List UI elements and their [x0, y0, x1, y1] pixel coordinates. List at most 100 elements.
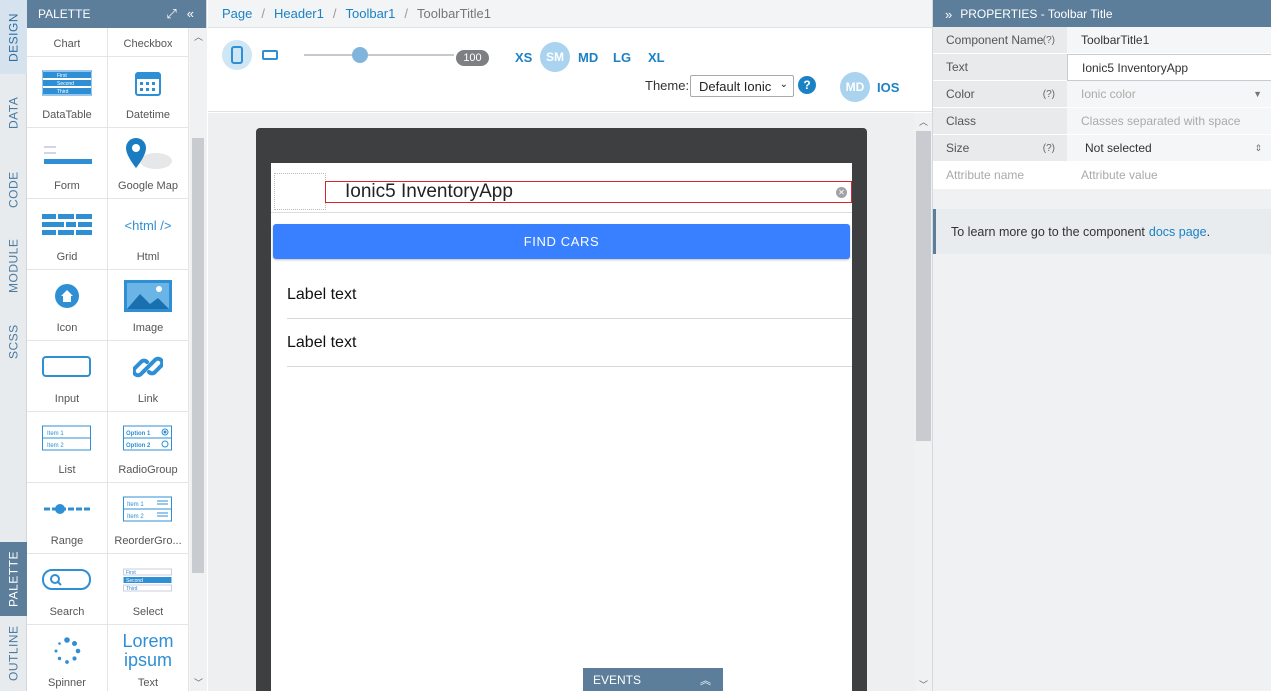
breakpoint-lg[interactable]: LG	[613, 50, 631, 65]
breadcrumb-page[interactable]: Page	[222, 6, 252, 21]
palette-item-datatable[interactable]: First Second Third DataTable	[27, 57, 108, 128]
html-icon: <html />	[124, 217, 172, 233]
attribute-value-field[interactable]: Attribute value	[1067, 162, 1271, 189]
search-icon	[42, 569, 91, 590]
info-period: .	[1206, 224, 1211, 239]
tab-code[interactable]: CODE	[0, 152, 27, 228]
radio-row-2: Option 2	[126, 443, 151, 449]
breakpoint-sm[interactable]: SM	[540, 42, 570, 72]
prop-text: Text Ionic5 InventoryApp	[933, 54, 1271, 81]
palette-item-chart[interactable]: Chart	[27, 28, 108, 57]
palette-item-datetime[interactable]: Datetime	[108, 57, 189, 128]
palette-item-spinner[interactable]: Spinner	[27, 625, 108, 691]
tab-module[interactable]: MODULE	[0, 228, 27, 304]
mode-ios-button[interactable]: IOS	[877, 80, 899, 95]
select-icon: First Second Third	[123, 568, 172, 592]
chevron-down-icon: ▼	[1253, 89, 1262, 99]
text-icon-line2: ipsum	[123, 650, 172, 670]
palette-item-range[interactable]: Range	[27, 483, 108, 554]
scroll-down-icon[interactable]: ﹀	[919, 678, 928, 691]
reorder-row-1: Item 1	[127, 502, 144, 508]
palette-item-html[interactable]: <html /> Html	[108, 199, 189, 270]
remove-icon[interactable]: ✕	[836, 187, 847, 198]
palette-item-input[interactable]: Input	[27, 341, 108, 412]
palette-scroll-thumb[interactable]	[192, 138, 204, 573]
design-area: Page / Header1 / Toolbar1 / ToolbarTitle…	[208, 0, 932, 691]
find-cars-button[interactable]: FIND CARS	[273, 224, 850, 259]
palette-item-text[interactable]: Lorem ipsum Text	[108, 625, 189, 691]
device-tablet-button[interactable]	[255, 40, 285, 70]
canvas-scroll-thumb[interactable]	[916, 131, 931, 441]
list-row-1: Item 1	[47, 431, 64, 437]
label-1[interactable]: Label text	[287, 271, 852, 319]
events-panel-toggle[interactable]: EVENTS ︽	[583, 668, 723, 691]
size-select[interactable]: Not selected ⇕	[1067, 135, 1271, 162]
attribute-name-field[interactable]: Attribute name	[933, 162, 1067, 189]
palette-item-radiogroup[interactable]: Option 1 Option 2 RadioGroup	[108, 412, 189, 483]
palette-item-grid[interactable]: Grid	[27, 199, 108, 270]
palette-item-reordergroup[interactable]: Item 1 Item 2 ReorderGro...	[108, 483, 189, 554]
palette-item-google-map[interactable]: Google Map	[108, 128, 189, 199]
breadcrumb-header[interactable]: Header1	[274, 6, 324, 21]
spinner-icon	[54, 637, 81, 664]
theme-select[interactable]: Default Ionic ⌄	[690, 75, 794, 97]
class-field[interactable]: Classes separated with space	[1067, 108, 1271, 135]
reorder-icon: Item 1 Item 2	[123, 496, 172, 522]
expand-icon[interactable]: ⤢	[166, 6, 176, 22]
label-2[interactable]: Label text	[287, 319, 852, 367]
tab-data[interactable]: DATA	[0, 74, 27, 152]
select-row-1: First	[126, 570, 136, 576]
breakpoint-md[interactable]: MD	[578, 50, 598, 65]
breakpoint-xs[interactable]: XS	[515, 50, 532, 65]
prop-size: Size (?) Not selected ⇕	[933, 135, 1271, 162]
palette-item-form[interactable]: Form	[27, 128, 108, 199]
app-toolbar[interactable]: Ionic5 InventoryApp ✕	[271, 163, 852, 213]
palette-item-icon[interactable]: Icon	[27, 270, 108, 341]
datatable-row-1: First	[57, 73, 67, 79]
expand-right-icon[interactable]: »	[945, 7, 952, 22]
toolbar-title-selected[interactable]: Ionic5 InventoryApp ✕	[325, 181, 852, 203]
toolbar-start-slot[interactable]	[274, 173, 326, 210]
scroll-up-icon[interactable]: ︿	[919, 115, 928, 128]
zoom-slider-thumb[interactable]	[352, 47, 368, 63]
text-field[interactable]: Ionic5 InventoryApp	[1067, 54, 1271, 81]
select-row-3: Third	[126, 586, 138, 592]
tab-scss[interactable]: SCSS	[0, 304, 27, 380]
phone-icon	[231, 46, 243, 64]
link-icon	[133, 356, 163, 378]
prop-color: Color (?) Ionic color ▼	[933, 81, 1271, 108]
datatable-icon: First Second Third	[42, 70, 92, 96]
tab-design[interactable]: DESIGN	[0, 0, 27, 74]
collapse-left-icon[interactable]: «	[187, 6, 194, 22]
canvas-scrollbar[interactable]: ︿ ﹀	[915, 113, 932, 691]
range-icon	[44, 504, 90, 514]
tab-palette[interactable]: PALETTE	[0, 542, 27, 616]
datatable-row-3: Third	[57, 89, 69, 95]
list-icon: Item 1 Item 2	[42, 425, 91, 451]
component-name-field[interactable]: ToolbarTitle1	[1067, 27, 1271, 54]
docs-info-box: To learn more go to the component docs p…	[933, 209, 1271, 254]
mode-md-button[interactable]: MD	[840, 72, 870, 102]
device-phone-button[interactable]	[222, 40, 252, 70]
breadcrumb-toolbar[interactable]: Toolbar1	[346, 6, 396, 21]
tab-outline[interactable]: OUTLINE	[0, 616, 27, 691]
palette-item-search[interactable]: Search	[27, 554, 108, 625]
text-icon-line1: Lorem	[122, 631, 174, 651]
help-icon[interactable]: ?	[798, 76, 816, 94]
palette-item-link[interactable]: Link	[108, 341, 189, 412]
breakpoint-xl[interactable]: XL	[648, 50, 665, 65]
device-frame: Ionic5 InventoryApp ✕ FIND CARS Label te…	[256, 128, 867, 691]
color-select[interactable]: Ionic color ▼	[1067, 81, 1271, 108]
zoom-slider-track[interactable]	[304, 54, 454, 56]
docs-link[interactable]: docs page	[1149, 225, 1207, 239]
palette-item-select[interactable]: First Second Third Select	[108, 554, 189, 625]
help-icon[interactable]: (?)	[1043, 35, 1055, 46]
help-icon[interactable]: (?)	[1043, 143, 1055, 154]
palette-item-image[interactable]: Image	[108, 270, 189, 341]
palette-item-list[interactable]: Item 1 Item 2 List	[27, 412, 108, 483]
palette-scrollbar[interactable]: ︿ ﹀	[190, 28, 207, 691]
scroll-up-icon[interactable]: ︿	[194, 30, 203, 43]
help-icon[interactable]: (?)	[1043, 89, 1055, 100]
palette-item-checkbox[interactable]: Checkbox	[108, 28, 189, 57]
scroll-down-icon[interactable]: ﹀	[194, 676, 203, 689]
